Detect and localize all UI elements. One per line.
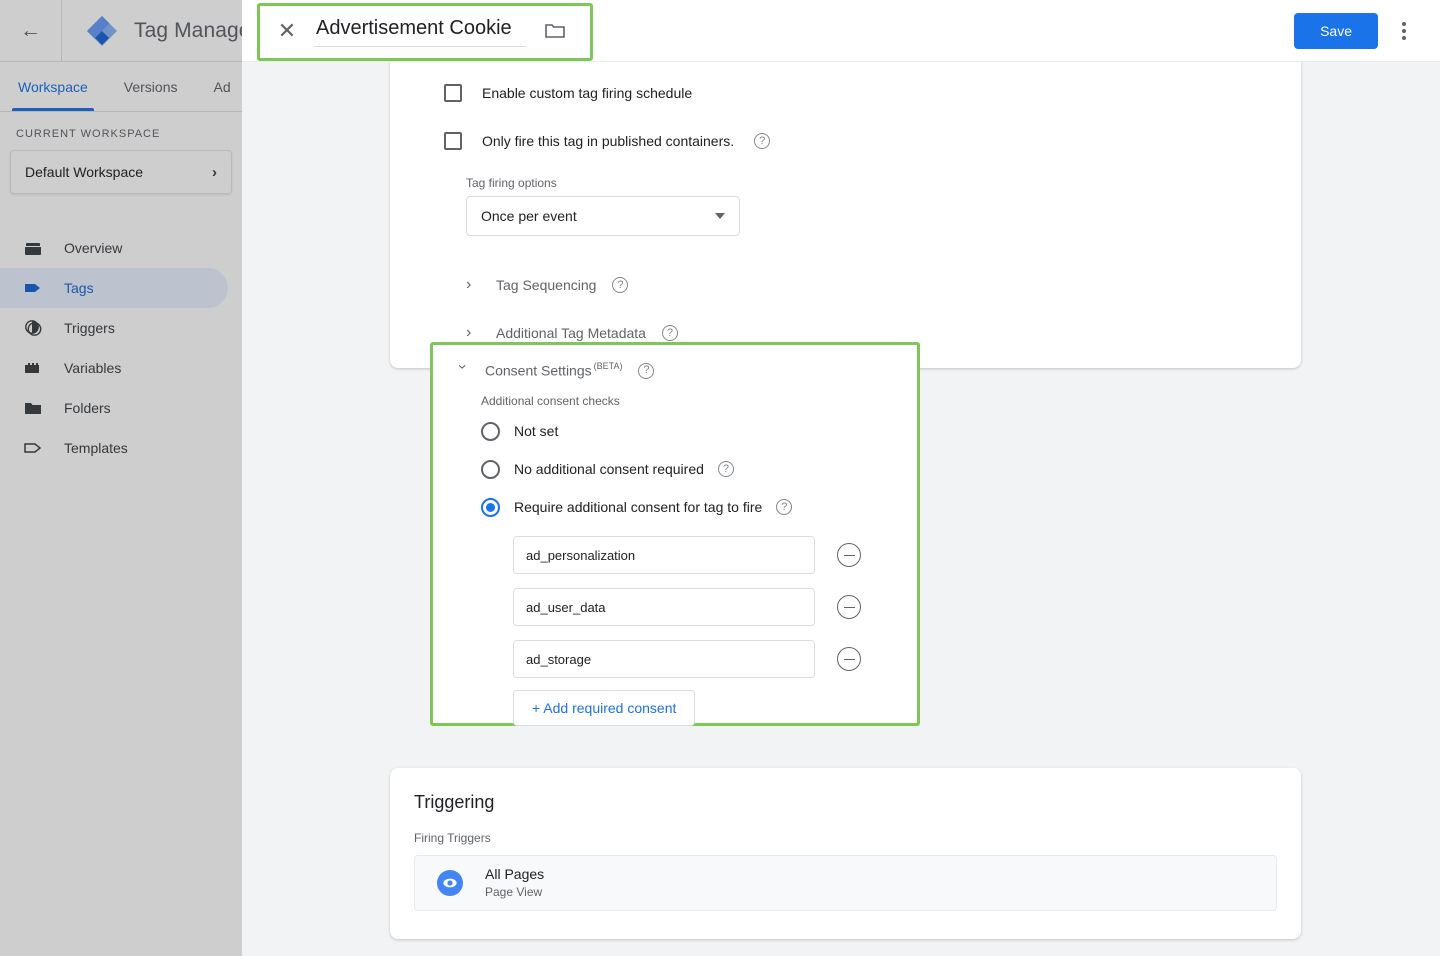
required-consent-input[interactable] — [513, 640, 815, 678]
help-icon[interactable]: ? — [776, 499, 792, 515]
radio-no-additional-consent[interactable] — [481, 460, 500, 479]
remove-circle-icon[interactable] — [837, 543, 861, 567]
chevron-right-icon: › — [466, 276, 480, 294]
chevron-right-icon: › — [466, 324, 480, 342]
folder-icon[interactable] — [544, 20, 566, 42]
consent-option-require-additional[interactable]: Require additional consent for tag to fi… — [481, 492, 917, 522]
page-view-icon — [437, 870, 463, 896]
tag-dialog-header: ✕ Save — [242, 0, 1440, 62]
published-only-label: Only fire this tag in published containe… — [482, 133, 734, 149]
consent-title-group: Consent Settings(BETA) — [485, 361, 622, 380]
tag-firing-options-label: Tag firing options — [466, 176, 1279, 190]
tag-firing-options-select[interactable]: Once per event — [466, 196, 740, 236]
trigger-name: All Pages — [485, 865, 544, 884]
tag-manager-screen: ← Tag Manager Workspace Versions — [0, 0, 1440, 956]
remove-circle-icon[interactable] — [837, 595, 861, 619]
published-only-checkbox[interactable] — [444, 132, 462, 150]
required-consent-input[interactable] — [513, 536, 815, 574]
add-required-consent-button[interactable]: + Add required consent — [513, 690, 695, 726]
consent-option-label: Not set — [514, 423, 558, 439]
more-vertical-icon[interactable] — [1384, 11, 1424, 51]
consent-option-not-set[interactable]: Not set — [481, 416, 917, 446]
custom-schedule-label: Enable custom tag firing schedule — [482, 85, 692, 101]
beta-badge: (BETA) — [594, 361, 623, 371]
custom-schedule-checkbox[interactable] — [444, 84, 462, 102]
additional-tag-metadata-label: Additional Tag Metadata — [496, 325, 646, 341]
help-icon[interactable]: ? — [662, 325, 678, 341]
additional-consent-checks-label: Additional consent checks — [481, 394, 917, 408]
custom-schedule-row[interactable]: Enable custom tag firing schedule — [444, 76, 1279, 110]
remove-circle-icon[interactable] — [837, 647, 861, 671]
save-button[interactable]: Save — [1294, 13, 1378, 49]
help-icon[interactable]: ? — [612, 277, 628, 293]
consent-settings-section: › Consent Settings(BETA) ? Additional co… — [430, 342, 920, 726]
tag-sequencing-expander[interactable]: › Tag Sequencing ? — [466, 276, 1279, 294]
required-consent-input[interactable] — [513, 588, 815, 626]
trigger-texts: All Pages Page View — [485, 865, 544, 900]
required-consent-row — [513, 640, 917, 678]
additional-tag-metadata-expander[interactable]: › Additional Tag Metadata ? — [466, 324, 1279, 342]
tag-configuration-card: Enable custom tag firing schedule Only f… — [390, 62, 1301, 368]
consent-option-label: Require additional consent for tag to fi… — [514, 499, 762, 515]
trigger-row-all-pages[interactable]: All Pages Page View — [414, 855, 1277, 911]
required-consent-row — [513, 536, 917, 574]
radio-not-set[interactable] — [481, 422, 500, 441]
help-icon[interactable]: ? — [718, 461, 734, 477]
triggering-title: Triggering — [414, 792, 1301, 813]
consent-settings-header[interactable]: › Consent Settings(BETA) ? — [433, 345, 917, 380]
radio-require-additional-consent[interactable] — [481, 498, 500, 517]
tag-firing-options-value: Once per event — [481, 208, 577, 224]
consent-option-no-additional[interactable]: No additional consent required ? — [481, 454, 917, 484]
consent-settings-title: Consent Settings — [485, 362, 592, 378]
published-only-row[interactable]: Only fire this tag in published containe… — [444, 124, 1279, 158]
close-icon[interactable]: ✕ — [260, 0, 314, 62]
required-consent-row — [513, 588, 917, 626]
tag-name-input[interactable] — [314, 15, 526, 47]
help-icon[interactable]: ? — [638, 363, 654, 379]
chevron-down-icon — [715, 213, 725, 219]
tag-config-inner: Enable custom tag firing schedule Only f… — [390, 76, 1301, 342]
tag-title-group — [314, 15, 566, 47]
trigger-type: Page View — [485, 884, 544, 900]
help-icon[interactable]: ? — [754, 133, 770, 149]
header-actions: Save — [1294, 11, 1440, 51]
tag-sequencing-label: Tag Sequencing — [496, 277, 596, 293]
consent-option-label: No additional consent required — [514, 461, 704, 477]
triggering-card: Triggering Firing Triggers All Pages Pag… — [390, 768, 1301, 939]
firing-triggers-label: Firing Triggers — [414, 831, 1301, 845]
chevron-down-icon: › — [453, 364, 471, 378]
